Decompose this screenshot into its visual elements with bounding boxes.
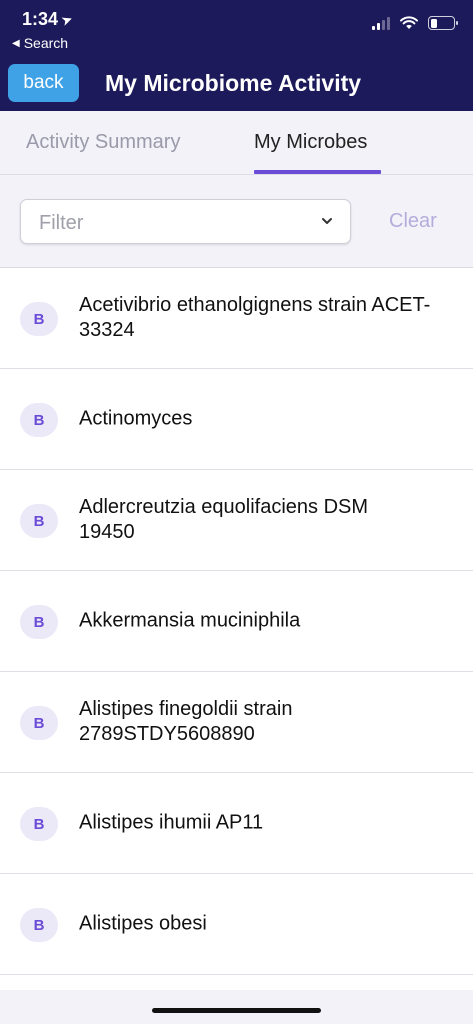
bacteria-badge: B: [20, 403, 58, 437]
status-icons: [372, 16, 458, 30]
status-time-text: 1:34: [22, 9, 59, 29]
microbe-name: Alistipes ihumii AP11: [79, 811, 264, 834]
microbe-name: Adlercreutzia equolifaciens DSM 19450: [79, 496, 369, 543]
back-to-search-link[interactable]: ◀ Search: [12, 35, 68, 51]
bacteria-badge: B: [20, 807, 58, 841]
bacteria-badge: B: [20, 302, 58, 336]
home-indicator[interactable]: [152, 1008, 321, 1013]
microbe-name: Acetivibrio ethanolgignens strain ACET-3…: [79, 294, 431, 341]
bacteria-badge: B: [20, 504, 58, 538]
active-tab-indicator: [254, 170, 381, 174]
bacteria-badge: B: [20, 605, 58, 639]
cellular-signal-icon: [372, 16, 390, 30]
battery-icon: [428, 16, 458, 30]
list-item[interactable]: B Alistipes obesi: [0, 874, 473, 975]
bottom-safe-area: [0, 990, 473, 1024]
filter-placeholder: Filter: [39, 212, 84, 234]
status-time: 1:34 ➤: [22, 9, 75, 30]
app-header: 1:34 ➤ ◀ Search back My Microbiome Activ…: [0, 0, 473, 111]
chevron-down-icon: [322, 218, 332, 224]
clear-button[interactable]: Clear: [389, 209, 437, 233]
list-item[interactable]: B Actinomyces: [0, 369, 473, 470]
bacteria-badge: B: [20, 706, 58, 740]
microbe-list: B Acetivibrio ethanolgignens strain ACET…: [0, 268, 473, 975]
list-item[interactable]: B Acetivibrio ethanolgignens strain ACET…: [0, 268, 473, 369]
microbe-name: Akkermansia muciniphila: [79, 609, 301, 632]
microbe-name: Actinomyces: [79, 407, 193, 430]
location-arrow-icon: ➤: [59, 11, 75, 28]
microbe-name: Alistipes finegoldii strain 2789STDY5608…: [79, 698, 293, 745]
tab-activity-summary[interactable]: Activity Summary: [26, 129, 180, 155]
microbe-name: Alistipes obesi: [79, 912, 207, 935]
page-title: My Microbiome Activity: [105, 70, 362, 96]
filter-bar: Filter Clear: [0, 175, 473, 268]
back-triangle-icon: ◀: [12, 37, 20, 49]
back-to-app-label: Search: [23, 35, 69, 51]
tab-bar: Activity Summary My Microbes: [0, 111, 473, 175]
list-item[interactable]: B Alistipes ihumii AP11: [0, 773, 473, 874]
tab-my-microbes[interactable]: My Microbes: [254, 129, 367, 155]
bacteria-badge: B: [20, 908, 58, 942]
list-item[interactable]: B Adlercreutzia equolifaciens DSM 19450: [0, 470, 473, 571]
list-item[interactable]: B Akkermansia muciniphila: [0, 571, 473, 672]
list-item[interactable]: B Alistipes finegoldii strain 2789STDY56…: [0, 672, 473, 773]
back-button[interactable]: back: [8, 64, 79, 102]
filter-dropdown[interactable]: Filter: [20, 199, 351, 244]
wifi-icon: [400, 16, 418, 29]
